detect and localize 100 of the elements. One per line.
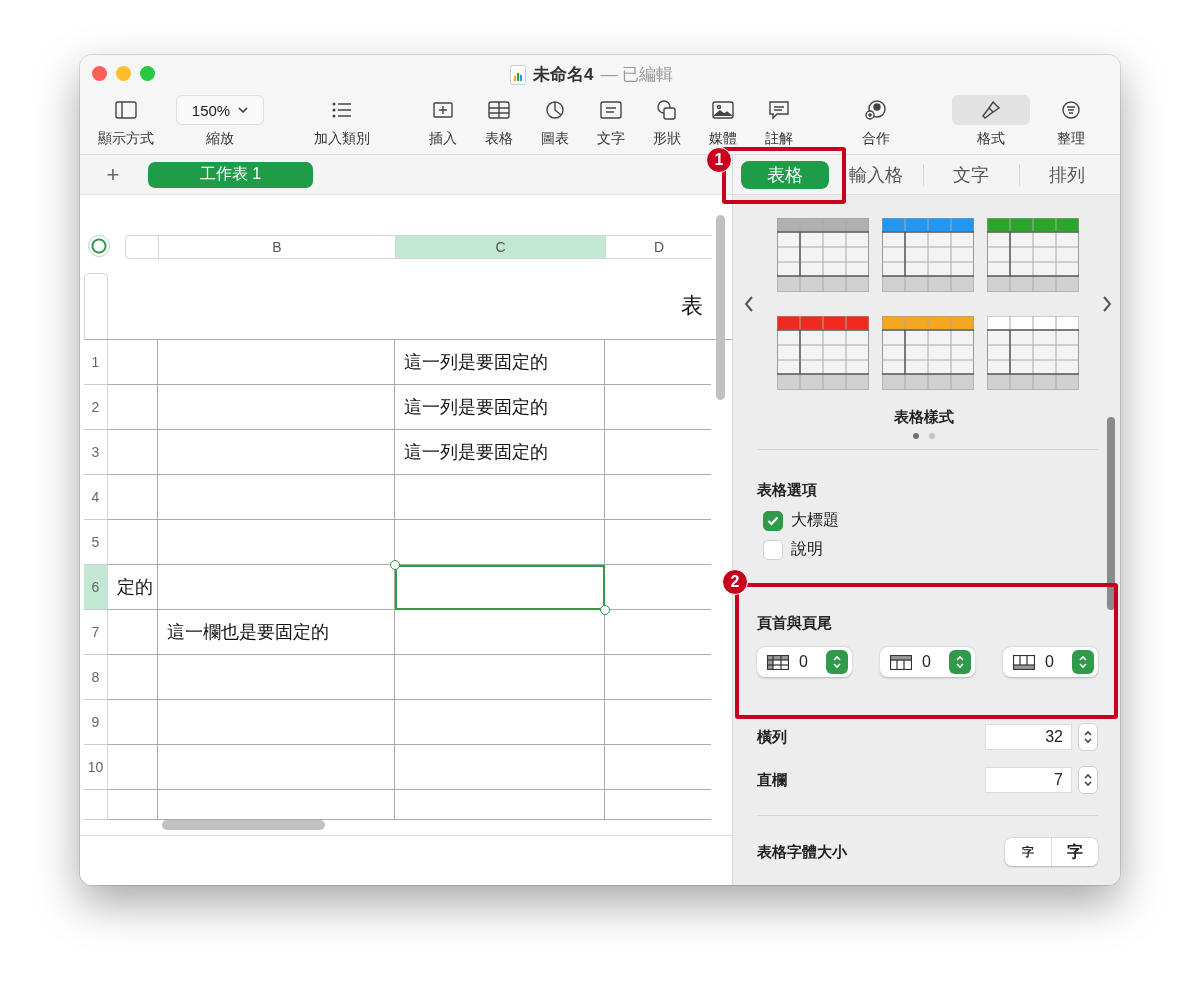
table-cell[interactable]: 定的 bbox=[108, 565, 158, 610]
row-header[interactable]: 2 bbox=[84, 385, 108, 430]
stepper-button[interactable] bbox=[949, 650, 971, 674]
field-value: 0 bbox=[922, 653, 932, 671]
table-cell[interactable] bbox=[158, 340, 395, 385]
table-cell[interactable] bbox=[158, 385, 395, 430]
table-cell[interactable]: 這一列是要固定的 bbox=[395, 430, 605, 475]
inspector-tab[interactable]: 文字 bbox=[923, 163, 1019, 186]
zoom-dropdown[interactable]: 150% bbox=[176, 95, 264, 125]
grid-table-icon bbox=[767, 654, 789, 670]
sheet-tab[interactable]: 工作表 1 bbox=[148, 161, 313, 188]
increase-font-size-button[interactable]: 字 bbox=[1052, 838, 1098, 866]
scrollbar-thumb[interactable] bbox=[162, 820, 325, 830]
scrollbar-thumb[interactable] bbox=[1107, 417, 1115, 610]
table-cell[interactable] bbox=[395, 475, 605, 520]
table-style-thumbnail[interactable] bbox=[987, 218, 1079, 292]
row-header[interactable]: 5 bbox=[84, 520, 108, 565]
table-cell[interactable] bbox=[395, 745, 605, 790]
table-cell[interactable] bbox=[395, 655, 605, 700]
toolbar-button[interactable]: 插入 bbox=[415, 91, 471, 146]
toolbar-button[interactable]: 圖表 bbox=[527, 91, 583, 146]
field-label: 直欄 bbox=[757, 770, 788, 790]
table-cell[interactable] bbox=[108, 340, 158, 385]
table-cell[interactable]: 這一列是要固定的 bbox=[395, 385, 605, 430]
column-header[interactable]: C bbox=[396, 236, 606, 258]
table-cell[interactable]: 這一欄也是要固定的 bbox=[158, 610, 395, 655]
toolbar-button[interactable]: 整理 bbox=[1043, 91, 1099, 146]
table-title: 表 bbox=[680, 292, 704, 320]
toolbar-button[interactable]: 媒體 bbox=[695, 91, 751, 146]
toolbar-button[interactable]: 形狀 bbox=[639, 91, 695, 146]
toolbar-button[interactable]: 合作 bbox=[848, 91, 904, 146]
zoom-button[interactable] bbox=[140, 65, 155, 81]
row-header[interactable] bbox=[84, 790, 108, 820]
selected-cell[interactable] bbox=[395, 565, 605, 610]
add-sheet-button[interactable]: + bbox=[100, 162, 126, 187]
stepper-button[interactable] bbox=[1078, 723, 1098, 751]
table-style-thumbnail[interactable] bbox=[777, 218, 869, 292]
close-button[interactable] bbox=[92, 65, 107, 81]
stepper-field[interactable]: 0 bbox=[880, 647, 975, 677]
table-cell[interactable] bbox=[108, 385, 158, 430]
stepper-button[interactable] bbox=[1078, 766, 1098, 794]
table-cell[interactable] bbox=[108, 745, 158, 790]
row-header[interactable]: 8 bbox=[84, 655, 108, 700]
row-header[interactable]: 3 bbox=[84, 430, 108, 475]
page-dot[interactable] bbox=[912, 433, 919, 439]
table-cell[interactable] bbox=[108, 610, 158, 655]
table-cell[interactable] bbox=[158, 745, 395, 790]
table-cell[interactable] bbox=[108, 520, 158, 565]
chevron-left-icon[interactable] bbox=[743, 295, 755, 313]
inspector-tab[interactable]: 表格 bbox=[741, 160, 829, 189]
stepper-field[interactable]: 0 bbox=[1003, 647, 1098, 677]
inspector-tab[interactable]: 輸入格 bbox=[829, 163, 924, 186]
stepper-field[interactable]: 0 bbox=[757, 647, 852, 677]
page-dot[interactable] bbox=[928, 433, 935, 439]
number-field[interactable]: 7 bbox=[985, 767, 1072, 793]
row-header[interactable]: 6 bbox=[84, 565, 108, 610]
row-header[interactable]: 1 bbox=[84, 340, 108, 385]
stepper-button[interactable] bbox=[1072, 650, 1094, 674]
selection-handle[interactable] bbox=[390, 560, 400, 570]
table-cell[interactable] bbox=[158, 475, 395, 520]
row-header[interactable] bbox=[84, 273, 108, 339]
chevron-right-icon[interactable] bbox=[1101, 295, 1113, 313]
table-cell[interactable] bbox=[108, 790, 158, 820]
toolbar-button[interactable]: 文字 bbox=[583, 91, 639, 146]
table-cell[interactable] bbox=[108, 430, 158, 475]
table-cell[interactable] bbox=[158, 430, 395, 475]
table-cell[interactable] bbox=[158, 520, 395, 565]
checkbox[interactable] bbox=[763, 510, 783, 531]
column-header[interactable]: D bbox=[606, 236, 712, 258]
toolbar-button[interactable]: 註解 bbox=[751, 91, 807, 146]
toolbar-button[interactable]: 表格 bbox=[471, 91, 527, 146]
table-cell[interactable] bbox=[395, 790, 605, 820]
table-style-thumbnail[interactable] bbox=[777, 316, 869, 390]
row-header[interactable]: 4 bbox=[84, 475, 108, 520]
toolbar-button[interactable]: 加入類別 bbox=[302, 91, 382, 146]
table-style-thumbnail[interactable] bbox=[987, 316, 1079, 390]
select-all-button[interactable] bbox=[88, 235, 110, 257]
table-cell[interactable] bbox=[108, 655, 158, 700]
row-header[interactable]: 10 bbox=[84, 745, 108, 790]
table-cell[interactable]: 這一列是要固定的 bbox=[395, 340, 605, 385]
minimize-button[interactable] bbox=[116, 65, 131, 81]
table-cell[interactable] bbox=[395, 700, 605, 745]
toolbar-button[interactable]: 顯示方式 bbox=[86, 91, 166, 146]
table-cell[interactable] bbox=[108, 475, 158, 520]
row-header[interactable]: 9 bbox=[84, 700, 108, 745]
toolbar-label: 縮放 bbox=[206, 130, 234, 146]
selection-handle[interactable] bbox=[600, 605, 610, 615]
stepper-button[interactable] bbox=[826, 650, 848, 674]
scrollbar-thumb[interactable] bbox=[716, 215, 725, 400]
decrease-font-size-button[interactable]: 字 bbox=[1005, 838, 1052, 866]
row-header[interactable]: 7 bbox=[84, 610, 108, 655]
table-cell[interactable] bbox=[158, 655, 395, 700]
number-field[interactable]: 32 bbox=[985, 724, 1072, 750]
table-style-thumbnail[interactable] bbox=[882, 316, 974, 390]
caret-icon bbox=[238, 107, 249, 113]
table-style-thumbnail[interactable] bbox=[882, 218, 974, 292]
checkbox[interactable] bbox=[763, 539, 783, 560]
table-cell[interactable] bbox=[158, 700, 395, 745]
table-cell[interactable] bbox=[108, 700, 158, 745]
inspector-tab[interactable]: 排列 bbox=[1018, 163, 1114, 186]
